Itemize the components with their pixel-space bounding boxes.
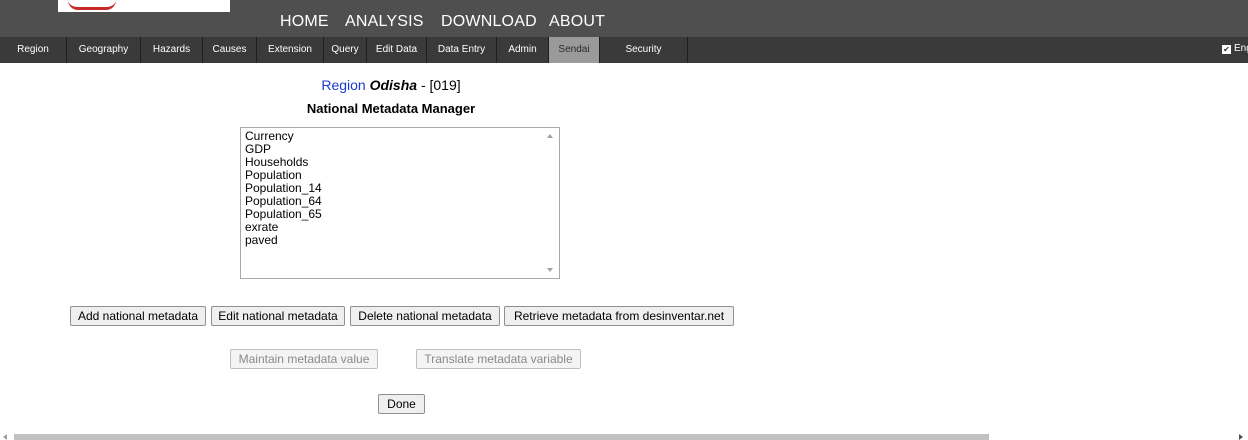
nav-analysis[interactable]: ANALYSIS xyxy=(345,13,424,31)
manager-title: National Metadata Manager xyxy=(306,101,476,116)
tab-region[interactable]: Region xyxy=(0,37,67,63)
tab-data-entry[interactable]: Data Entry xyxy=(427,37,497,63)
page-title: Region Odisha - [019] xyxy=(0,77,782,93)
metadata-listbox[interactable]: Currency GDP Households Population Popul… xyxy=(240,127,560,279)
list-item[interactable]: paved xyxy=(245,234,559,247)
list-item[interactable]: Population_65 xyxy=(245,208,559,221)
top-header: HOME ANALYSIS DOWNLOAD ABOUT xyxy=(0,0,1248,37)
tab-sendai[interactable]: Sendai xyxy=(549,37,600,63)
tab-security[interactable]: Security xyxy=(600,37,688,63)
add-metadata-button[interactable]: Add national metadata xyxy=(70,306,206,326)
region-label: Region xyxy=(321,77,366,93)
scroll-right-icon[interactable] xyxy=(1239,434,1243,440)
region-code: - [019] xyxy=(420,77,461,93)
list-item[interactable]: exrate xyxy=(245,221,559,234)
tab-edit-data[interactable]: Edit Data xyxy=(367,37,427,63)
logo-mark-icon xyxy=(68,0,116,10)
horizontal-scrollbar[interactable] xyxy=(0,430,1248,440)
tab-causes[interactable]: Causes xyxy=(203,37,257,63)
nav-home[interactable]: HOME xyxy=(280,13,329,31)
region-name: Odisha xyxy=(369,77,418,93)
delete-metadata-button[interactable]: Delete national metadata xyxy=(350,306,500,326)
checkbox-checked-icon[interactable]: ✔ xyxy=(1222,45,1231,54)
tab-extension[interactable]: Extension xyxy=(257,37,324,63)
list-scrollbar[interactable] xyxy=(542,128,559,278)
scroll-left-icon[interactable] xyxy=(3,434,7,440)
tab-admin[interactable]: Admin xyxy=(497,37,549,63)
list-item[interactable]: Currency xyxy=(245,130,559,143)
scrollbar-thumb[interactable] xyxy=(14,434,989,440)
tab-hazards[interactable]: Hazards xyxy=(141,37,203,63)
edit-metadata-button[interactable]: Edit national metadata xyxy=(211,306,345,326)
scroll-up-icon[interactable] xyxy=(547,134,553,138)
retrieve-metadata-button[interactable]: Retrieve metadata from desinventar.net xyxy=(504,306,734,326)
scroll-down-icon[interactable] xyxy=(547,268,553,272)
nav-download[interactable]: DOWNLOAD xyxy=(441,13,537,31)
language-toggle[interactable]: ✔Eng xyxy=(1222,43,1248,54)
language-label: Eng xyxy=(1234,43,1248,54)
translate-metadata-variable-button[interactable]: Translate metadata variable xyxy=(416,349,581,369)
maintain-metadata-value-button[interactable]: Maintain metadata value xyxy=(230,349,378,369)
nav-about[interactable]: ABOUT xyxy=(549,13,605,31)
tab-query[interactable]: Query xyxy=(324,37,367,63)
module-tab-bar: Region Geography Hazards Causes Extensio… xyxy=(0,37,1248,63)
done-button[interactable]: Done xyxy=(378,394,425,414)
tab-geography[interactable]: Geography xyxy=(67,37,141,63)
